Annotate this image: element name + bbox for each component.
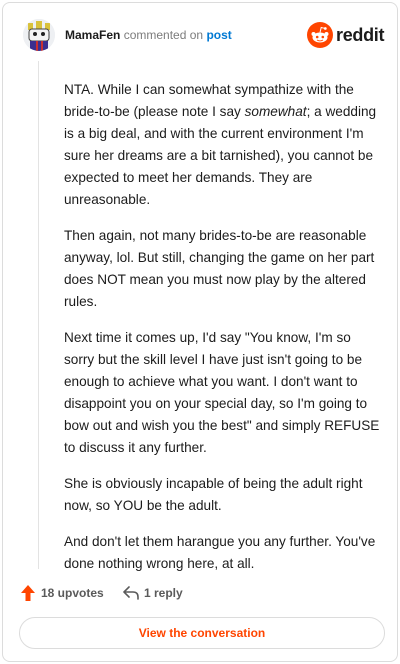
emphasized-text: somewhat bbox=[244, 104, 307, 119]
comment-paragraph: Next time it comes up, I'd say "You know… bbox=[64, 330, 380, 455]
view-conversation-button[interactable]: View the conversation bbox=[19, 617, 385, 649]
comment-embed-card: MamaFen commented on post reddit NTA. Wh… bbox=[2, 2, 398, 662]
reply-count: 1 reply bbox=[144, 586, 183, 600]
comment-body: NTA. While I can somewhat sympathize wit… bbox=[64, 79, 382, 589]
reddit-brand-link[interactable]: reddit bbox=[307, 21, 385, 49]
reply-arrow-icon bbox=[123, 586, 139, 600]
username-link[interactable]: MamaFen bbox=[65, 28, 120, 42]
paragraph-text: ; a wedding is a big deal, and with the … bbox=[64, 104, 377, 207]
comment-header: MamaFen commented on post reddit bbox=[23, 19, 385, 55]
thread-line[interactable] bbox=[38, 61, 39, 569]
upvote-arrow-icon bbox=[21, 585, 35, 601]
comment-actions: 18 upvotes 1 reply bbox=[21, 583, 321, 605]
comment-meta: MamaFen commented on post bbox=[65, 28, 232, 42]
commented-on-label: commented on bbox=[123, 28, 204, 42]
user-avatar[interactable] bbox=[23, 19, 55, 51]
comment-paragraph: She is obviously incapable of being the … bbox=[64, 476, 363, 513]
reddit-logo-icon bbox=[307, 22, 333, 48]
upvote-count: 18 upvotes bbox=[41, 586, 104, 600]
reddit-wordmark: reddit bbox=[336, 25, 385, 45]
comment-paragraph: And don't let them harangue you any furt… bbox=[64, 534, 376, 571]
comment-paragraph: NTA. While I can somewhat sympathize wit… bbox=[64, 79, 382, 211]
post-link[interactable]: post bbox=[206, 28, 231, 42]
comment-paragraph: Then again, not many brides-to-be are re… bbox=[64, 228, 375, 309]
avatar-icon bbox=[23, 19, 55, 51]
